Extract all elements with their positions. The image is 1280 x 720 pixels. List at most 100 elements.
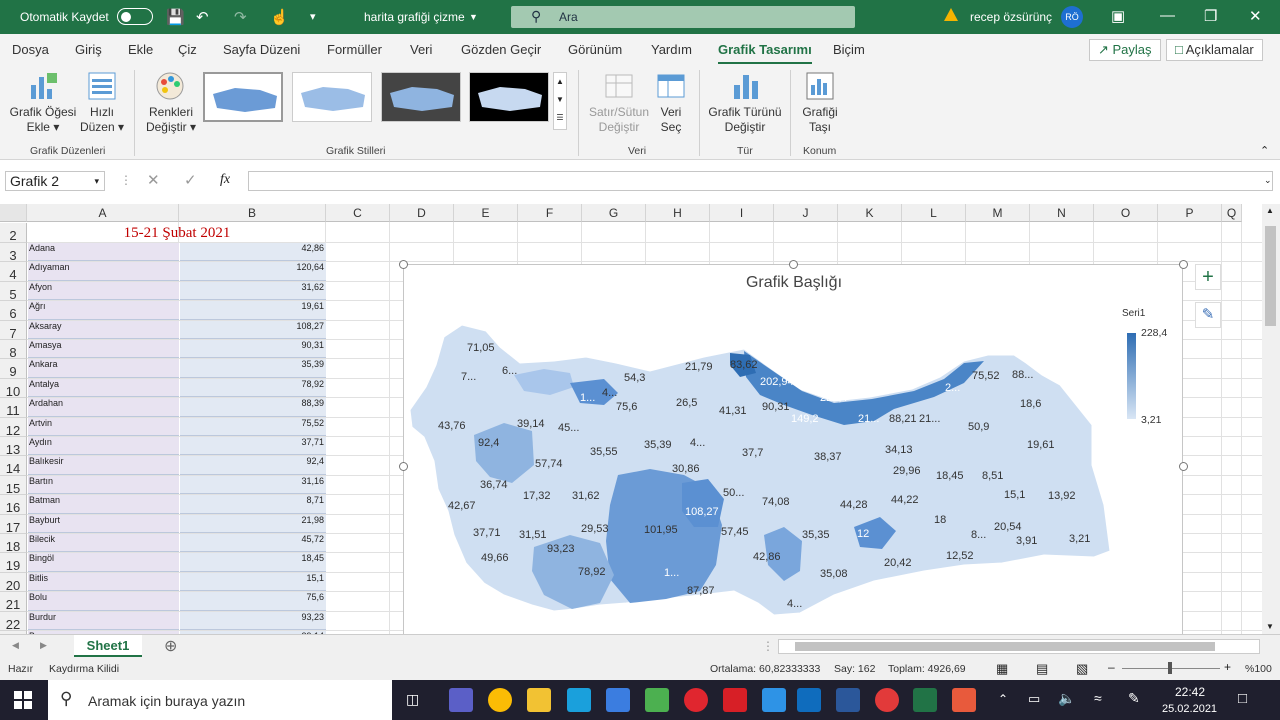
cell-value[interactable]: 21,98 xyxy=(180,514,326,533)
map-data-label[interactable]: 4... xyxy=(787,598,802,610)
map-data-label[interactable]: 36,74 xyxy=(480,479,508,491)
windows-start-icon[interactable] xyxy=(14,691,32,709)
row-header[interactable]: 20 xyxy=(0,572,27,593)
map-data-label[interactable]: 7... xyxy=(461,371,476,383)
camtasia-icon[interactable] xyxy=(645,688,669,712)
map-data-label[interactable]: 20,42 xyxy=(884,557,912,569)
map-data-label[interactable]: 21... xyxy=(919,413,940,425)
column-header-j[interactable]: J xyxy=(774,204,838,222)
vertical-scrollbar[interactable]: ▲ ▼ xyxy=(1262,204,1280,634)
map-data-label[interactable]: 35,08 xyxy=(820,568,848,580)
map-data-label[interactable]: 15,1 xyxy=(1004,489,1025,501)
map-data-label[interactable]: 49,66 xyxy=(481,552,509,564)
cell-province[interactable]: Afyon xyxy=(28,281,179,301)
document-title[interactable]: harita grafiği çizme xyxy=(364,10,465,24)
cell-province[interactable]: Aksaray xyxy=(28,320,179,339)
resize-handle-tr[interactable] xyxy=(1179,260,1188,269)
cell-province[interactable]: Adıyaman xyxy=(28,262,179,281)
map-data-label[interactable]: 50,9 xyxy=(968,421,989,433)
column-header-q[interactable]: Q xyxy=(1222,204,1242,222)
tab-grafik-tasarimi[interactable]: Grafik Tasarımı xyxy=(718,42,812,65)
map-data-label[interactable]: 228,4 xyxy=(820,392,848,404)
map-data-label[interactable]: 37,71 xyxy=(473,527,501,539)
column-header-a[interactable]: A xyxy=(27,204,179,222)
map-data-label[interactable]: 71,05 xyxy=(467,342,495,354)
search-box[interactable]: ⚲ Ara xyxy=(511,6,855,28)
tab-dosya[interactable]: Dosya xyxy=(12,42,49,57)
close-icon[interactable]: ✕ xyxy=(1249,7,1262,25)
map-data-label[interactable]: 1... xyxy=(580,392,595,404)
battery-icon[interactable]: ▭ xyxy=(1028,691,1040,707)
resize-handle-r[interactable] xyxy=(1179,462,1188,471)
row-header[interactable]: 9 xyxy=(0,359,27,379)
chart-style-4[interactable] xyxy=(469,72,549,122)
row-header[interactable]: 19 xyxy=(0,553,27,573)
cell-province[interactable]: Balıkesir xyxy=(28,456,179,475)
map-data-label[interactable]: 8,51 xyxy=(982,470,1003,482)
acrobat-icon[interactable] xyxy=(723,688,747,712)
row-header[interactable]: 11 xyxy=(0,398,27,418)
zoom-level[interactable]: %100 xyxy=(1245,663,1272,675)
user-name[interactable]: recep özsürünç xyxy=(970,10,1052,24)
customize-qat-icon[interactable]: ▾ xyxy=(310,10,316,23)
minimize-icon[interactable]: — xyxy=(1160,7,1175,24)
map-data-label[interactable]: 44,28 xyxy=(840,499,868,511)
cell-value[interactable]: 15,1 xyxy=(180,572,326,592)
map-data-label[interactable]: 54,3 xyxy=(624,372,645,384)
notifications-icon[interactable]: □ xyxy=(1238,690,1247,707)
status-average[interactable]: Ortalama: 60,82333333 xyxy=(710,663,820,675)
cell-province[interactable]: Bilecik xyxy=(28,534,179,553)
file-explorer-icon[interactable] xyxy=(527,688,551,712)
app-9-icon[interactable] xyxy=(875,688,899,712)
cell-value[interactable]: 42,86 xyxy=(180,243,326,262)
map-data-label[interactable]: 92,4 xyxy=(478,437,499,449)
change-colors-button[interactable]: Renkleri Değiştir ▾ xyxy=(142,105,200,135)
wifi-icon[interactable]: ≈ xyxy=(1094,690,1102,706)
cell-value[interactable]: 37,71 xyxy=(180,437,326,456)
page-layout-icon[interactable]: ▤ xyxy=(1036,661,1048,677)
map-data-label[interactable]: 29,96 xyxy=(893,465,921,477)
map-data-label[interactable]: 83,62 xyxy=(730,359,758,371)
scroll-up-icon[interactable]: ▲ xyxy=(1266,206,1274,215)
teams-icon[interactable] xyxy=(449,688,473,712)
tab-formuller[interactable]: Formüller xyxy=(327,42,382,57)
warning-icon[interactable] xyxy=(944,8,958,21)
chrome-icon[interactable] xyxy=(488,688,512,712)
touch-mode-icon[interactable]: ☝ xyxy=(270,8,289,26)
insert-function-icon[interactable]: fx xyxy=(220,172,230,188)
cell-value[interactable]: 78,92 xyxy=(180,378,326,398)
map-chart[interactable]: Grafik Başlığı 71,05 7... 6... 54,3 21,79 83,… xyxy=(399,260,1188,636)
row-header[interactable]: 15 xyxy=(0,475,27,496)
row-header[interactable]: 6 xyxy=(0,301,27,321)
row-header[interactable]: 14 xyxy=(0,456,27,476)
expand-formula-icon[interactable]: ⌄ xyxy=(1264,175,1272,186)
map-data-label[interactable]: 26,5 xyxy=(676,397,697,409)
map-data-label[interactable]: 42,67 xyxy=(448,500,476,512)
word-icon[interactable] xyxy=(836,688,860,712)
cell-province[interactable]: Antalya xyxy=(28,378,179,398)
cell-value[interactable]: 88,39 xyxy=(180,398,326,417)
map-data-label[interactable]: 45... xyxy=(558,422,579,434)
cell-value[interactable]: 8,71 xyxy=(180,495,326,514)
map-data-label[interactable]: 30,86 xyxy=(672,463,700,475)
map-data-label[interactable]: 18,6 xyxy=(1020,398,1041,410)
cell-value[interactable]: 93,23 xyxy=(180,611,326,630)
row-header[interactable]: 22 xyxy=(0,611,27,632)
column-header-c[interactable]: C xyxy=(326,204,390,222)
pen-icon[interactable]: ✎ xyxy=(1128,690,1140,707)
restore-icon[interactable]: ❐ xyxy=(1204,7,1217,25)
map-data-label[interactable]: 13,92 xyxy=(1048,490,1076,502)
tab-sheet1[interactable]: Sheet1 xyxy=(74,635,142,657)
normal-view-icon[interactable]: ▦ xyxy=(996,661,1008,677)
scroll-down-icon[interactable]: ▼ xyxy=(1266,622,1274,631)
row-header[interactable]: 13 xyxy=(0,437,27,457)
cell-value[interactable]: 31,62 xyxy=(180,281,326,301)
map-data-label[interactable]: 35,55 xyxy=(590,446,618,458)
undo-icon[interactable]: ↶ xyxy=(196,8,209,26)
page-break-icon[interactable]: ▧ xyxy=(1076,661,1088,677)
cell-province[interactable]: Ardahan xyxy=(28,398,179,417)
add-sheet-icon[interactable]: ⊕ xyxy=(164,636,177,656)
tab-gozden-gecir[interactable]: Gözden Geçir xyxy=(461,42,541,57)
map-data-label[interactable]: 19,61 xyxy=(1027,439,1055,451)
chart-style-2[interactable] xyxy=(292,72,372,122)
